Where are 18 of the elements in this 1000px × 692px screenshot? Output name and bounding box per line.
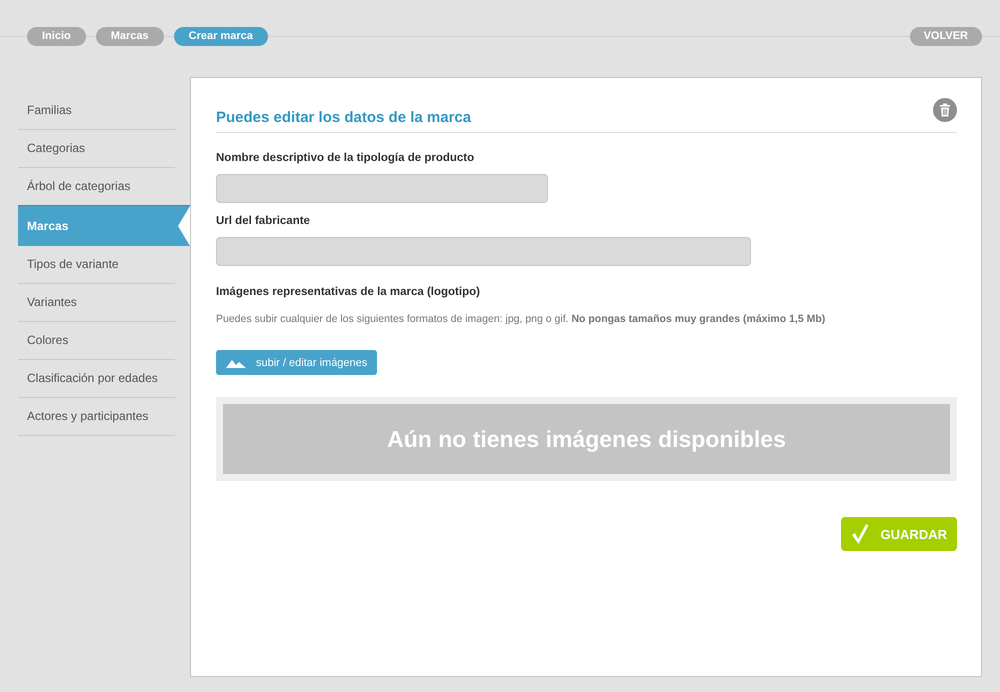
sidebar-item[interactable]: Actores y participantes: [18, 398, 175, 436]
field-label: Imágenes representativas de la marca (logotipo): [216, 286, 481, 298]
help-text: Puedes subir cualquier de los siguientes formatos de imagen: jpg, png o gif. No pongas tamaños muy grandes (máximo 1,5 Mb): [216, 313, 826, 325]
checkmark-icon: [850, 523, 869, 545]
sidebar-item[interactable]: Variantes: [18, 284, 175, 322]
input-field[interactable]: [216, 174, 548, 203]
field-label: Url del fabricante: [216, 215, 311, 227]
section-title: Puedes editar los datos de la marca: [216, 109, 472, 126]
sidebar-item[interactable]: Familias: [18, 92, 175, 130]
field-label: Nombre descriptivo de la tipología de producto: [216, 152, 476, 164]
trash-icon[interactable]: [933, 98, 957, 122]
sidebar-item[interactable]: Colores: [18, 322, 175, 360]
mountain-icon: [226, 358, 246, 368]
sidebar-item[interactable]: Clasificación por edades: [18, 360, 175, 398]
input-field[interactable]: [216, 237, 751, 266]
empty-message: Aún no tienes imágenes disponibles: [387, 426, 786, 452]
sidebar-item[interactable]: Categorias: [18, 130, 175, 168]
sidebar-item[interactable]: Tipos de variante: [18, 246, 175, 284]
